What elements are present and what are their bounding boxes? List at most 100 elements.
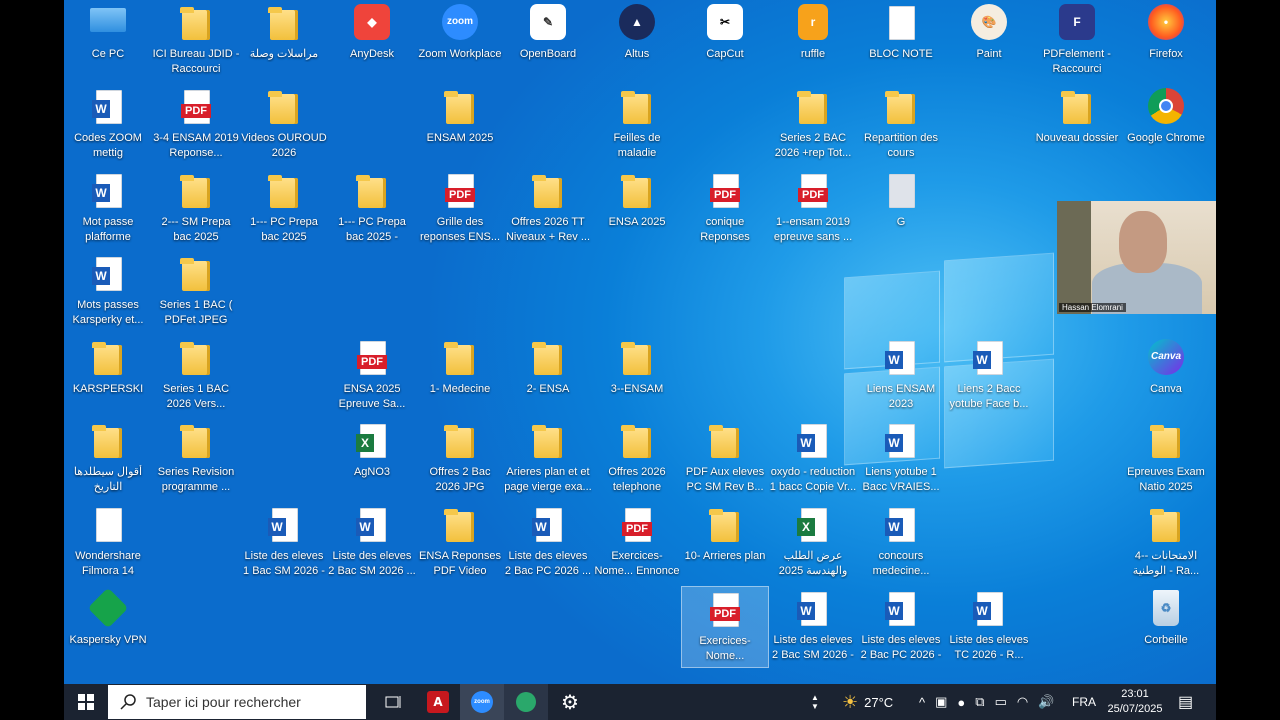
desktop-icon-concours-medecine[interactable]: Wconcours medecine... [857,502,945,584]
desktop-icon-liens-yotube[interactable]: W Liens yotube 1 Bacc VRAIES... [857,418,945,500]
desktop-icon-anydesk[interactable]: ◆ AnyDesk [328,0,416,82]
desktop-icon-liste-sm-1[interactable]: W Liste des eleves 1 Bac SM 2026 - ... [240,502,328,584]
search-box[interactable]: Taper ici pour rechercher [108,685,366,719]
desktop-icon-liste-sm-2b[interactable]: W Liste des eleves 2 Bac SM 2026 - ... [769,586,857,668]
desktop-icon-repartition-cours[interactable]: Repartition des cours [857,84,945,166]
wifi-icon: ◠ [1016,694,1029,709]
word-icon: W [883,590,919,628]
desktop-icon-epreuves-exam[interactable]: Epreuves Exam Natio 2025 [1122,418,1210,500]
weather-widget[interactable]: ☀ 27°C [842,684,893,720]
desktop-icon-label: Series 2 BAC 2026 +rep Tot... [774,132,852,159]
desktop-icon-canva[interactable]: Canva Canva [1122,335,1210,417]
desktop-icon-series-1bac[interactable]: Series 1 BAC ( PDFet JPEG +Sol) [152,251,240,333]
desktop-icon-pdfelement[interactable]: F PDFelement - Raccourci [1033,0,1121,82]
desktop-icon-feuilles-maladie[interactable]: Feilles de maladie [593,84,681,166]
desktop-icon-mot-passe[interactable]: W Mot passe plafforme [64,168,152,250]
desktop-icon-kaspersky-vpn[interactable]: Kaspersky VPN [64,586,152,668]
desktop-icon-label: CapCut [706,48,744,60]
desktop-icon-medecine[interactable]: 1- Medecine [416,335,504,417]
desktop-icon-liens-2bacc[interactable]: W Liens 2 Bacc yotube Face b... [945,335,1033,417]
desktop-icon-imtihanat[interactable]: الامتحانات --4 الوطنية - Ra... [1122,502,1210,584]
desktop-icon-ce-pc[interactable]: Ce PC [64,0,152,82]
desktop-icon-liste-tc[interactable]: W Liste des eleves TC 2026 - R... [945,586,1033,668]
desktop-icon-karsperski[interactable]: KARSPERSKI [64,335,152,417]
desktop-icon-pc-prepa-racc[interactable]: 1--- PC Prepa bac 2025 - Raccourci [328,168,416,250]
desktop-icon-sm-prepa[interactable]: 2--- SM Prepa bac 2025 [152,168,240,250]
excel-icon: X [795,506,831,544]
altus-icon: ▲ [619,4,655,42]
desktop-icon-g[interactable]: G [857,168,945,250]
desktop-icon-mots-passes[interactable]: W Mots passes Karsperky et... [64,251,152,333]
desktop-icon-oxydo-reduction[interactable]: Woxydo - reduction 1 bacc Copie Vr... [769,418,857,500]
desktop-icon-ensam-2025[interactable]: ENSAM 2025 [416,84,504,166]
desktop-icon-mourasalat[interactable]: مراسلات وصلة [240,0,328,82]
folder-icon [442,422,478,460]
desktop-icon-agno3[interactable]: X AgNO3 [328,418,416,500]
desktop-icon-altus[interactable]: ▲ Altus [593,0,681,82]
desktop-icon-ensam-3[interactable]: 3--ENSAM [593,335,681,417]
desktop-icon-firefox[interactable]: • Firefox [1122,0,1210,82]
desktop-icon-exercices-reponses[interactable]: PDF Exercices-Nome... Reponses [681,586,769,668]
desktop-icon-label: Liste des eleves 1 Bac SM 2026 - ... [243,550,325,577]
system-tray[interactable]: ^ ▣ ● ⧉ ▭ ◠ 🔊 [919,684,1054,720]
taskbar-settings[interactable]: ⚙ [548,684,592,720]
desktop-icon-conique[interactable]: PDF conique Reponses [681,168,769,250]
desktop-icon-ensa-2025-ep[interactable]: PDF ENSA 2025 Epreuve Sa... [328,335,416,417]
desktop-icon-corbeille[interactable]: ♻ Corbeille [1122,586,1210,668]
search-placeholder: Taper ici pour rechercher [146,694,301,710]
desktop-icon-label: Liste des eleves 2 Bac PC 2026 - ... [860,634,942,661]
desktop-icon-series-1bac-vers[interactable]: Series 1 BAC 2026 Vers... [152,335,240,417]
desktop-icon-pc-prepa[interactable]: 1--- PC Prepa bac 2025 [240,168,328,250]
desktop-icon-pdf-aux-eleves[interactable]: PDF Aux eleves PC SM Rev B... [681,418,769,500]
desktop-icon-nouveau-dossier[interactable]: Nouveau dossier [1033,84,1121,166]
desktop-icon-liste-pc-2b[interactable]: W Liste des eleves 2 Bac PC 2026 - ... [857,586,945,668]
start-button[interactable] [64,684,108,720]
device-icon: ⧉ [975,694,985,709]
taskbar-app[interactable] [504,684,548,720]
desktop-icon-ensa-2[interactable]: 2- ENSA [504,335,592,417]
desktop-icon-offres-telephone[interactable]: Offres 2026 telephone [593,418,681,500]
desktop-icon-wondershare[interactable]: Wondershare Filmora 14 [64,502,152,584]
desktop-icon-ensam-2019[interactable]: PDF 3-4 ENSAM 2019 Reponse... [152,84,240,166]
desktop-icon-ici-bureau[interactable]: ICI Bureau JDID - Raccourci [152,0,240,82]
desktop-icon-arrieres-plan-10[interactable]: 10- Arrieres plan [681,502,769,584]
desktop-icon-offres-2026[interactable]: Offres 2026 TT Niveaux + Rev ... [504,168,592,250]
desktop-icon-aqwal[interactable]: أقوال سيطلدها التاريخ [64,418,152,500]
folder-icon [178,172,214,210]
desktop-icon-series-2bac[interactable]: Series 2 BAC 2026 +rep Tot... [769,84,857,166]
desktop-icon-label: BLOC NOTE [869,48,933,60]
desktop-icon-codes-zoom[interactable]: W Codes ZOOM mettig [64,84,152,166]
desktop-icon-ensa-pdf-video[interactable]: ENSA Reponses PDF Video [416,502,504,584]
folder-icon [266,172,302,210]
taskbar-scroll[interactable]: ▲ ▼ [808,684,822,720]
desktop-icon-google-chrome[interactable]: Google Chrome [1122,84,1210,166]
notification-icon[interactable]: ▤ [1178,684,1193,720]
desktop-icon-grille-reponses[interactable]: PDF Grille des reponses ENS... [416,168,504,250]
desktop-icon-liste-pc-2[interactable]: W Liste des eleves 2 Bac PC 2026 ... [504,502,592,584]
desktop-icon-ensam-2019-ep[interactable]: PDF 1--ensam 2019 epreuve sans ... [769,168,857,250]
chevron-up-icon: ^ [919,694,926,710]
desktop-icon-capcut[interactable]: ✂ CapCut [681,0,769,82]
desktop-icon-label: Liens ENSAM 2023 [866,383,936,410]
task-view-button[interactable] [372,684,416,720]
desktop-icon-liens-ensam[interactable]: W Liens ENSAM 2023 [857,335,945,417]
desktop-icon-liste-sm-2[interactable]: W Liste des eleves 2 Bac SM 2026 ... [328,502,416,584]
desktop-icon-ruffle[interactable]: r ruffle [769,0,857,82]
desktop-icon-offres-2bac-jpg[interactable]: Offres 2 Bac 2026 JPG [416,418,504,500]
clock[interactable]: 23:01 25/07/2025 [1104,684,1166,720]
desktop-icon-arriere-plan[interactable]: Arieres plan et et page vierge exa... [504,418,592,500]
desktop-icon-paint[interactable]: 🎨 Paint [945,0,1033,82]
desktop-icon-exercices-ennonce[interactable]: PDF Exercices-Nome... Ennonce [593,502,681,584]
taskbar-zoom[interactable]: zoom [460,684,504,720]
desktop-icon-zoom[interactable]: zoom Zoom Workplace [416,0,504,82]
desktop-icon-series-revision[interactable]: Series Revision programme ... [152,418,240,500]
folder-icon [1148,506,1184,544]
desktop-icon-videos-ouroud[interactable]: Videos OUROUD 2026 [240,84,328,166]
desktop-icon-ard-talab[interactable]: X عرض الطلب والهندسة 2025 [769,502,857,584]
desktop-icon-bloc-note[interactable]: BLOC NOTE [857,0,945,82]
taskbar-acrobat[interactable]: A [416,684,460,720]
desktop-icon-openboard[interactable]: ✎ OpenBoard [504,0,592,82]
word-icon: W [90,88,126,126]
language-indicator[interactable]: FRA [1072,684,1096,720]
desktop-icon-ensa-2025[interactable]: ENSA 2025 [593,168,681,250]
